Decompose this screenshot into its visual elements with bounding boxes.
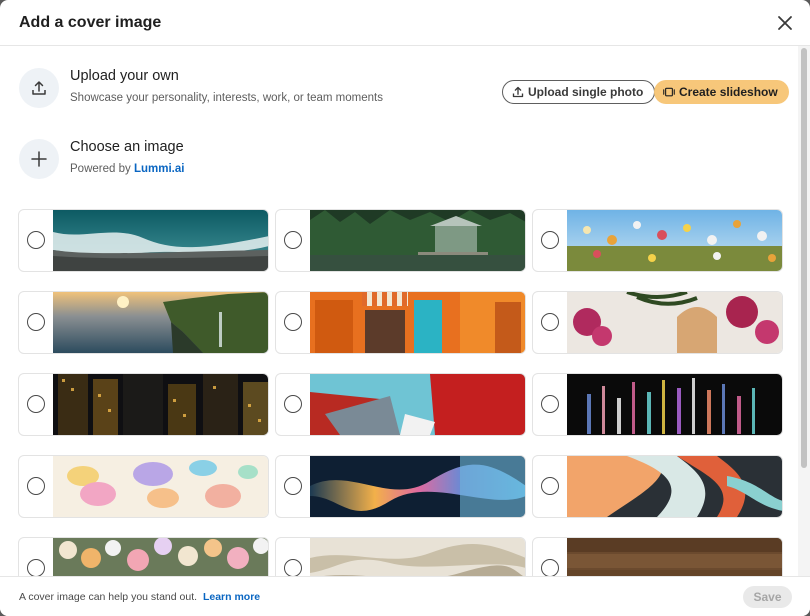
slideshow-icon	[663, 87, 675, 97]
create-slideshow-button[interactable]: Create slideshow	[654, 80, 789, 104]
image-pastel-blobs	[53, 456, 268, 517]
image-option[interactable]	[275, 291, 526, 354]
image-radio[interactable]	[27, 559, 45, 577]
image-option[interactable]	[532, 373, 783, 436]
image-radio[interactable]	[284, 395, 302, 413]
image-wildflower-meadow	[567, 210, 782, 271]
image-forest-lake-cabin	[310, 210, 525, 271]
image-radio[interactable]	[541, 313, 559, 331]
close-button[interactable]	[774, 12, 796, 34]
image-radio[interactable]	[27, 477, 45, 495]
image-option[interactable]	[18, 291, 269, 354]
image-radio[interactable]	[541, 395, 559, 413]
image-radio[interactable]	[284, 559, 302, 577]
image-palm-bougainvillea-wall	[567, 292, 782, 353]
image-radio[interactable]	[284, 313, 302, 331]
image-option[interactable]	[275, 209, 526, 272]
image-radio[interactable]	[284, 477, 302, 495]
upload-icon-circle	[19, 68, 59, 108]
modal-title: Add a cover image	[19, 14, 162, 31]
modal-scrollbar[interactable]	[798, 46, 810, 576]
image-radio[interactable]	[27, 231, 45, 249]
lummi-brand-link[interactable]: Lummi.ai	[134, 163, 184, 175]
close-icon	[778, 16, 792, 30]
choose-image-option[interactable]: Choose an image Powered by Lummi.ai	[19, 139, 184, 179]
upload-title: Upload your own	[70, 68, 179, 84]
upload-subtitle: Showcase your personality, interests, wo…	[70, 92, 383, 104]
image-option[interactable]	[275, 455, 526, 518]
upload-single-photo-label: Upload single photo	[528, 85, 644, 99]
learn-more-link[interactable]: Learn more	[203, 591, 260, 603]
image-coastal-cliffs-sunset	[53, 292, 268, 353]
image-radio[interactable]	[27, 395, 45, 413]
image-red-teal-abstract-geometry	[310, 374, 525, 435]
image-radio[interactable]	[541, 231, 559, 249]
upload-icon	[512, 86, 524, 98]
modal-header: Add a cover image	[0, 0, 810, 46]
upload-single-photo-button[interactable]: Upload single photo	[502, 80, 656, 104]
image-orange-storefront	[310, 292, 525, 353]
image-option[interactable]	[18, 455, 269, 518]
footer-text: A cover image can help you stand out. Le…	[19, 591, 260, 603]
choose-image-title: Choose an image	[70, 139, 184, 155]
image-option[interactable]	[18, 373, 269, 436]
powered-by-text: Powered by Lummi.ai	[70, 163, 184, 175]
modal-footer: A cover image can help you stand out. Le…	[0, 576, 810, 616]
image-option[interactable]	[532, 209, 783, 272]
create-slideshow-label: Create slideshow	[679, 85, 778, 99]
image-option[interactable]	[532, 291, 783, 354]
image-option[interactable]	[275, 373, 526, 436]
plus-icon-circle[interactable]	[19, 139, 59, 179]
image-ocean-waves-beach	[53, 210, 268, 271]
image-radio[interactable]	[284, 231, 302, 249]
image-option[interactable]	[532, 455, 783, 518]
image-city-night-skyscrapers	[53, 374, 268, 435]
image-option[interactable]	[18, 209, 269, 272]
image-radio[interactable]	[27, 313, 45, 331]
upload-option: Upload your own Showcase your personalit…	[19, 68, 383, 108]
plus-icon	[31, 151, 47, 167]
image-radio[interactable]	[541, 559, 559, 577]
footer-hint: A cover image can help you stand out.	[19, 591, 198, 603]
image-rainbow-reflection	[310, 456, 525, 517]
upload-icon	[32, 81, 46, 95]
save-button[interactable]: Save	[743, 586, 792, 608]
image-marbled-paint-swirl	[567, 456, 782, 517]
image-radio[interactable]	[541, 477, 559, 495]
scrollbar-thumb[interactable]	[801, 48, 807, 468]
cover-image-modal: Add a cover image Upload your own Showca…	[0, 0, 810, 616]
powered-by-label: Powered by	[70, 163, 131, 175]
image-color-light-streaks	[567, 374, 782, 435]
